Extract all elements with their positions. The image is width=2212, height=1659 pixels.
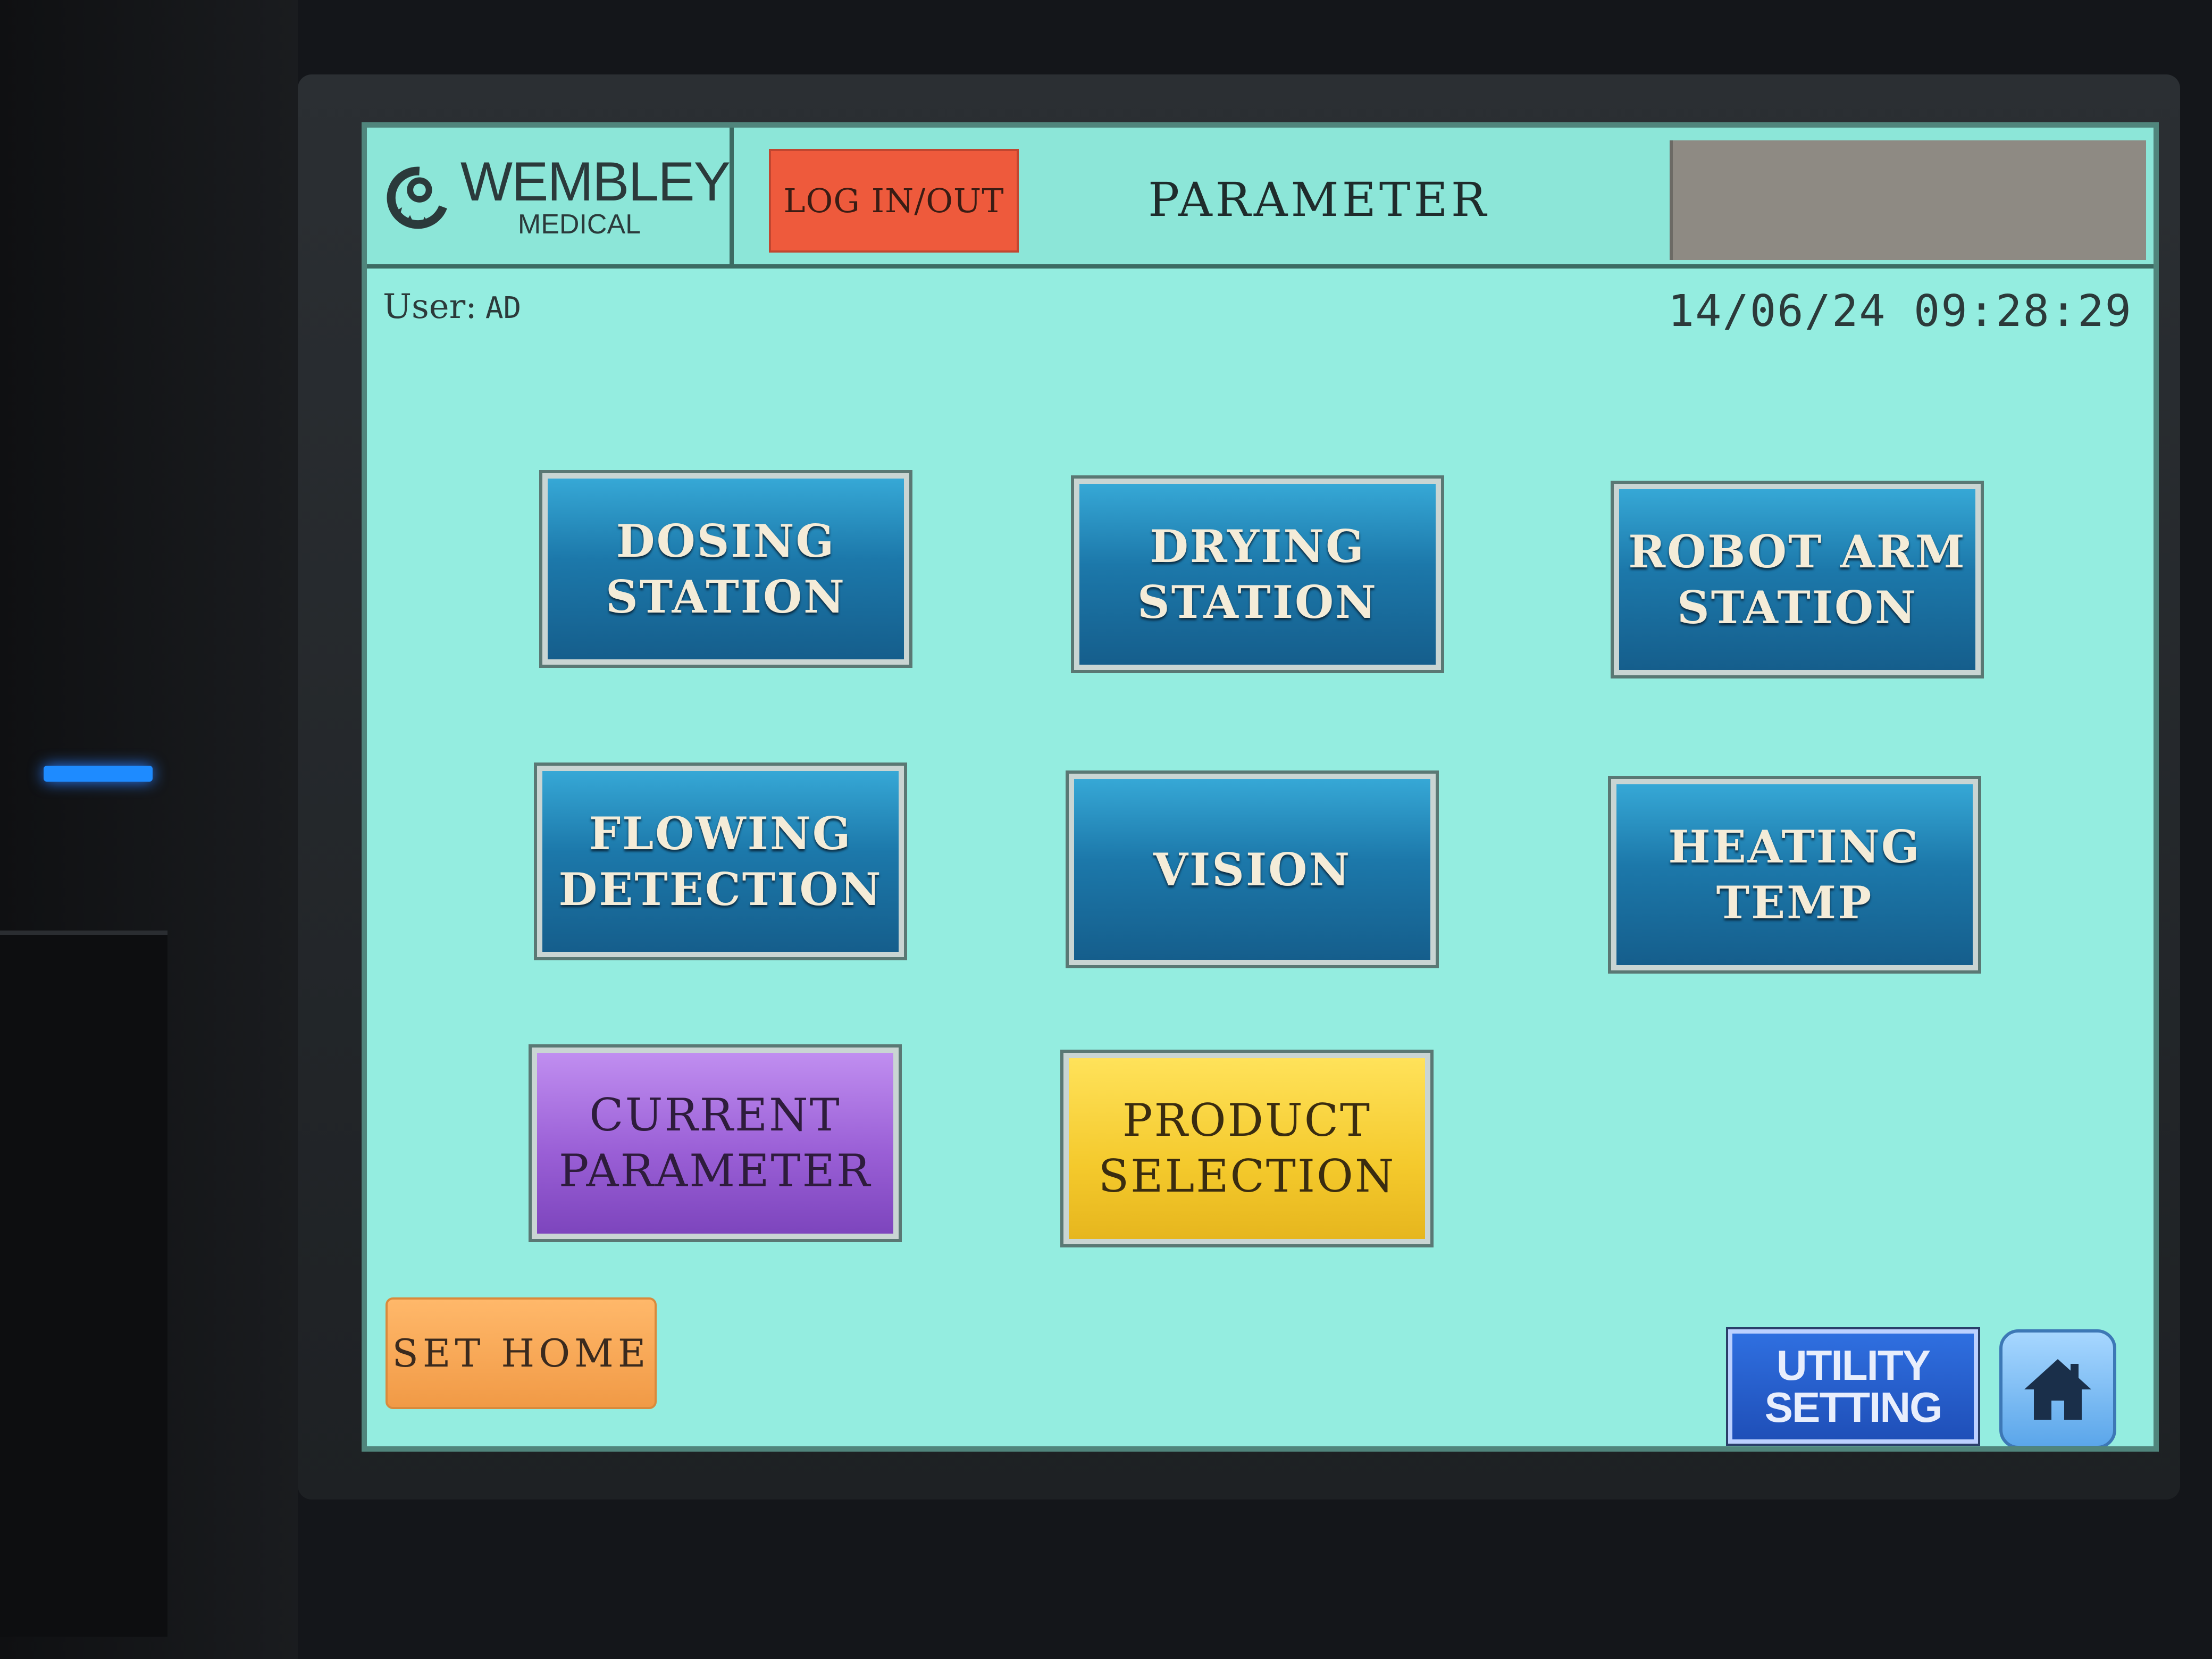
- vision-button[interactable]: VISION: [1066, 770, 1439, 968]
- user-value: AD: [485, 291, 522, 325]
- heating-temp-label: HEATING TEMP: [1668, 820, 1921, 929]
- utility-setting-label: UTILITY SETTING: [1764, 1342, 1943, 1431]
- page-title: PARAMETER: [1147, 172, 1490, 227]
- status-panel: [1670, 140, 2146, 260]
- user-info: User: AD: [383, 287, 521, 326]
- home-button[interactable]: [1999, 1329, 2116, 1446]
- device-slot: [0, 931, 167, 1637]
- logo-subtitle: MEDICAL: [517, 208, 641, 240]
- date-time-display: 14/06/24 09:28:29: [1668, 286, 2132, 337]
- user-label: User:: [383, 287, 477, 326]
- logo-name: WEMBLEY: [460, 150, 731, 213]
- robot-arm-station-button[interactable]: ROBOT ARM STATION: [1611, 481, 1984, 678]
- drying-station-label: DRYING STATION: [1137, 520, 1378, 629]
- logo-icon: [387, 166, 449, 229]
- vision-label: VISION: [1153, 843, 1352, 896]
- robot-arm-station-label: ROBOT ARM STATION: [1628, 525, 1966, 634]
- company-logo: WEMBLEY MEDICAL: [367, 128, 734, 264]
- home-icon: [2024, 1359, 2091, 1420]
- product-selection-label: PRODUCT SELECTION: [1098, 1094, 1396, 1202]
- login-logout-button[interactable]: LOG IN/OUT: [769, 149, 1019, 253]
- utility-setting-button[interactable]: UTILITY SETTING: [1726, 1327, 1980, 1446]
- hmi-screen: WEMBLEY MEDICAL LOG IN/OUT PARAMETER Use…: [362, 122, 2159, 1452]
- dosing-station-button[interactable]: DOSING STATION: [539, 470, 912, 668]
- set-home-button[interactable]: SET HOME: [386, 1297, 657, 1409]
- status-led: [44, 766, 153, 782]
- current-parameter-button[interactable]: CURRENT PARAMETER: [529, 1044, 902, 1242]
- header-bar: WEMBLEY MEDICAL LOG IN/OUT PARAMETER: [367, 128, 2154, 269]
- drying-station-button[interactable]: DRYING STATION: [1071, 475, 1444, 673]
- current-parameter-label: CURRENT PARAMETER: [558, 1089, 872, 1197]
- heating-temp-button[interactable]: HEATING TEMP: [1608, 776, 1981, 974]
- flowing-detection-button[interactable]: FLOWING DETECTION: [534, 763, 907, 960]
- product-selection-button[interactable]: PRODUCT SELECTION: [1060, 1050, 1434, 1247]
- device-side-panel: [0, 0, 298, 1659]
- flowing-detection-label: FLOWING DETECTION: [558, 807, 883, 916]
- dosing-station-label: DOSING STATION: [606, 515, 846, 623]
